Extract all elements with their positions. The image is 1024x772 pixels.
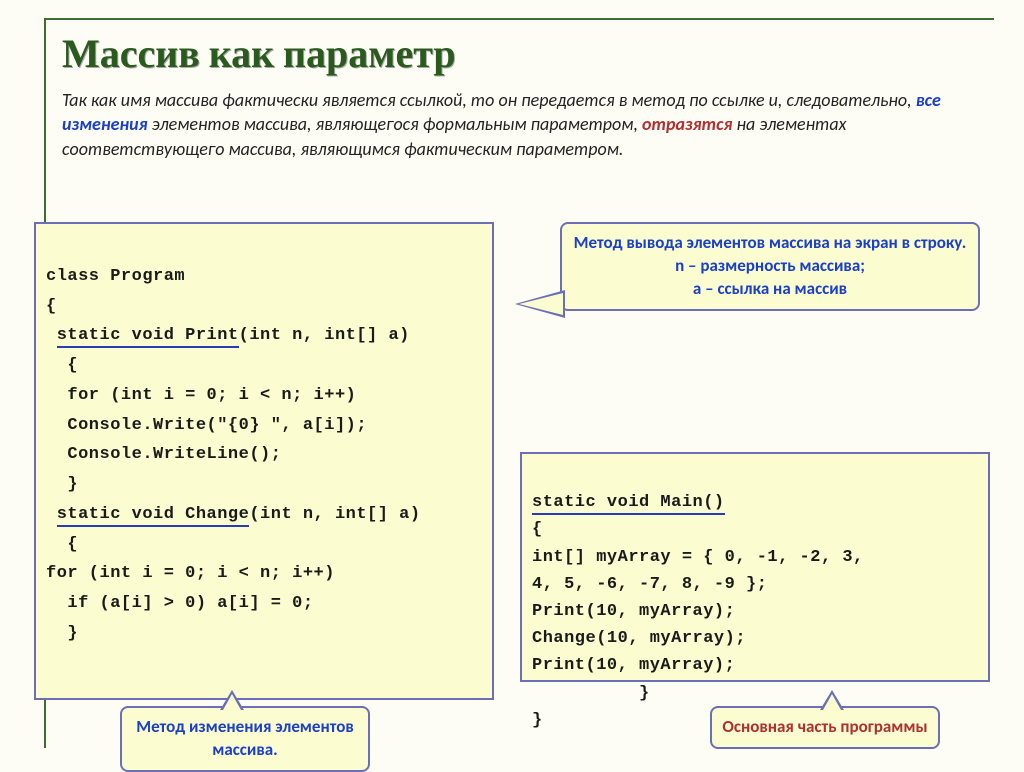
callout-pointer-icon [515, 290, 565, 318]
slide-title: Массив как параметр [62, 30, 456, 77]
code-line: static void Print(int n, int[] a) [46, 326, 410, 348]
intro-paragraph: Так как имя массива фактически является … [62, 88, 984, 161]
code-line: Print(10, myArray); [532, 656, 735, 675]
code-line: static void Main() [532, 493, 725, 515]
code-line: Change(10, myArray); [532, 629, 746, 648]
code-line: 4, 5, -6, -7, 8, -9 }; [532, 575, 767, 594]
code-line: for (int i = 0; i < n; i++) [46, 386, 356, 405]
code-block-program: class Program { static void Print(int n,… [34, 222, 494, 700]
code-line: } [46, 475, 78, 494]
code-line: { [46, 356, 78, 375]
code-line: class Program [46, 267, 185, 286]
code-line: Print(10, myArray); [532, 602, 735, 621]
callout-pointer-icon [220, 690, 244, 710]
code-line: { [532, 520, 543, 539]
code-line: if (a[i] > 0) a[i] = 0; [46, 594, 314, 613]
code-line: for (int i = 0; i < n; i++) [46, 564, 335, 583]
callout-change-method: Метод изменения элементов массива. [120, 706, 370, 772]
intro-highlight-2: отразятся [642, 113, 732, 135]
code-block-main: static void Main() { int[] myArray = { 0… [520, 452, 990, 682]
code-line: Console.Write("{0} ", a[i]); [46, 416, 367, 435]
callout-pointer-icon [820, 690, 844, 710]
code-line: } [46, 624, 78, 643]
code-line: { [46, 297, 57, 316]
code-line: static void Change(int n, int[] a) [46, 505, 421, 527]
code-line: } [532, 684, 650, 703]
intro-text-2: элементов массива, являющегося формальны… [148, 113, 642, 135]
intro-text-1: Так как имя массива фактически является … [62, 89, 916, 111]
code-line: int[] myArray = { 0, -1, -2, 3, [532, 548, 864, 567]
callout-main-part: Основная часть программы [710, 706, 940, 749]
callout-print-method: Метод вывода элементов массива на экран … [560, 222, 980, 311]
code-line: } [532, 711, 543, 730]
code-line: Console.WriteLine(); [46, 445, 281, 464]
code-line: { [46, 535, 78, 554]
